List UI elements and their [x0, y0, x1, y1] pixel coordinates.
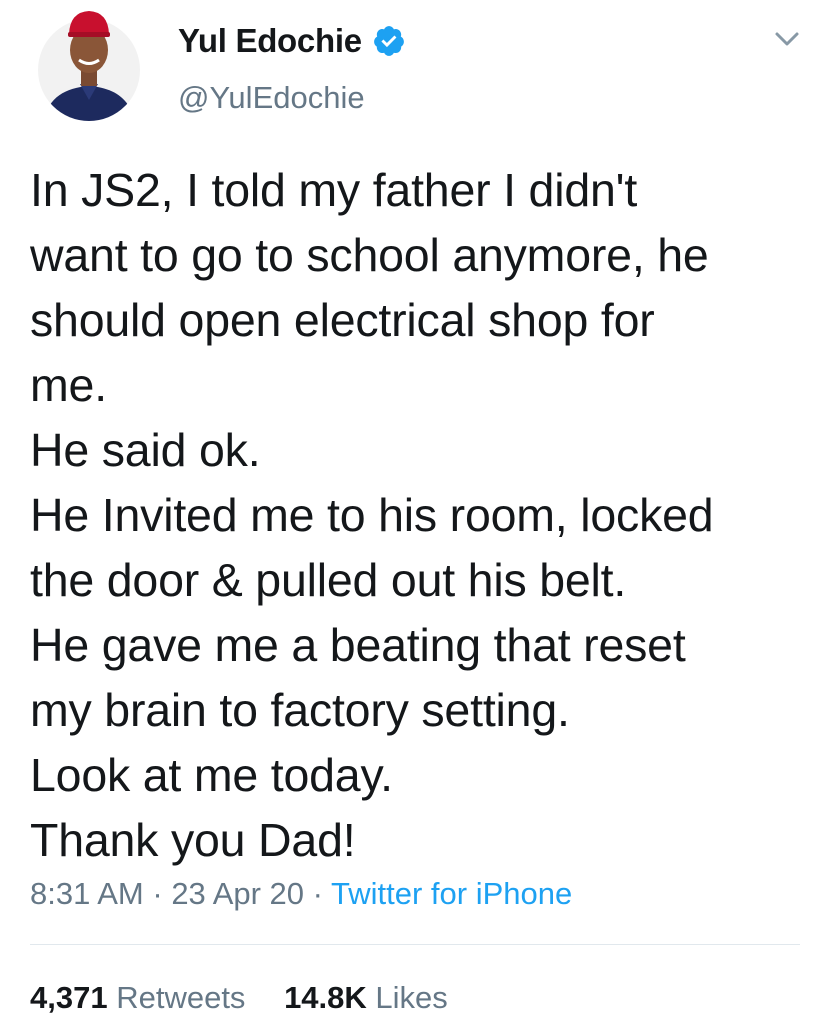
meta-separator: · [304, 876, 332, 911]
tweet-line: me. [30, 359, 107, 411]
user-display-name[interactable]: Yul Edochie [178, 22, 406, 60]
tweet-metadata: 8:31 AM · 23 Apr 20 · Twitter for iPhone [30, 876, 572, 912]
meta-separator: · [143, 876, 172, 911]
tweet-line: He gave me a beating that reset [30, 619, 686, 671]
tweet-text: In JS2, I told my father I didn't want t… [30, 158, 820, 873]
tweet-line: Look at me today. [30, 749, 393, 801]
divider [30, 944, 800, 945]
likes-label: Likes [375, 980, 448, 1015]
tweet-line: want to go to school anymore, he [30, 229, 709, 281]
tweet-source-link[interactable]: Twitter for iPhone [331, 876, 572, 911]
user-name-text[interactable]: Yul Edochie [178, 22, 362, 60]
tweet-line: He Invited me to his room, locked [30, 489, 714, 541]
chevron-down-icon[interactable] [772, 28, 802, 50]
tweet-line: Thank you Dad! [30, 814, 356, 866]
tweet-line: the door & pulled out his belt. [30, 554, 627, 606]
tweet-line: my brain to factory setting. [30, 684, 570, 736]
likes-count: 14.8K [284, 980, 367, 1015]
likes-stat[interactable]: 14.8K Likes [284, 980, 448, 1015]
tweet-date[interactable]: 23 Apr 20 [171, 876, 304, 911]
tweet-line: should open electrical shop for [30, 294, 655, 346]
tweet-line: He said ok. [30, 424, 261, 476]
retweets-stat[interactable]: 4,371 Retweets [30, 980, 254, 1015]
retweets-label: Retweets [116, 980, 246, 1015]
verified-badge-icon [372, 24, 406, 58]
tweet-stats: 4,371 Retweets 14.8K Likes [30, 980, 448, 1016]
avatar[interactable] [36, 4, 142, 132]
tweet-time[interactable]: 8:31 AM [30, 876, 144, 911]
tweet-line: In JS2, I told my father I didn't [30, 164, 638, 216]
retweets-count: 4,371 [30, 980, 108, 1015]
user-handle[interactable]: @YulEdochie [178, 80, 365, 116]
